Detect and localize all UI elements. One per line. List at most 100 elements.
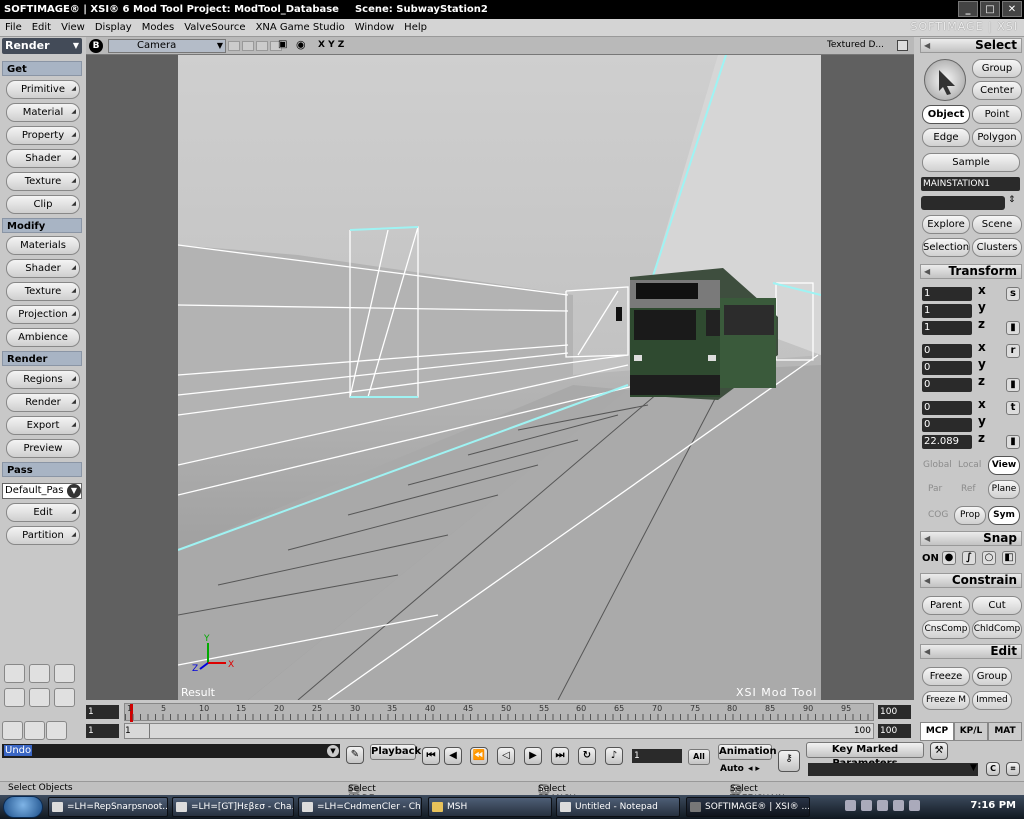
layout-a-icon[interactable]: [4, 688, 25, 707]
rotate-button[interactable]: r: [1006, 344, 1020, 358]
translate-button[interactable]: t: [1006, 401, 1020, 415]
step-back-icon[interactable]: ◁: [497, 747, 515, 765]
last-frame-icon[interactable]: ⏭: [551, 747, 569, 765]
display-mode-dropdown[interactable]: Textured D...: [827, 40, 884, 50]
view-option[interactable]: View: [988, 456, 1020, 475]
quad-layout-icon[interactable]: [54, 664, 75, 683]
constrain-header[interactable]: ◀ Constrain: [920, 573, 1022, 588]
transform-header[interactable]: ◀ Transform: [920, 264, 1022, 279]
cog-option[interactable]: COG: [928, 510, 948, 520]
menu-help[interactable]: Help: [399, 22, 432, 33]
selection-filter-field[interactable]: [921, 196, 1005, 210]
chevron-down-icon[interactable]: ▼: [970, 763, 977, 773]
clip-button[interactable]: Clip ◢: [6, 195, 80, 214]
menu-modes[interactable]: Modes: [137, 22, 179, 33]
rotate-x-field[interactable]: 0: [922, 344, 972, 358]
mode-dropdown[interactable]: Render ▼: [2, 38, 82, 54]
key-marked-parameters-button[interactable]: Key Marked Parameters: [806, 742, 924, 769]
taskbar-item[interactable]: =LH=[GT]Hεβεσ - Cha...: [172, 797, 294, 817]
view-toggle-2[interactable]: [242, 41, 254, 51]
menu-display[interactable]: Display: [90, 22, 137, 33]
scale-lock-icon[interactable]: ▮: [1006, 321, 1020, 335]
preview-button[interactable]: Preview: [6, 439, 80, 458]
freeze-m-button[interactable]: Freeze M: [922, 691, 970, 710]
property-button[interactable]: Property ◢: [6, 126, 80, 145]
translate-y-field[interactable]: 0: [922, 418, 972, 432]
center-select-button[interactable]: Center: [972, 81, 1022, 100]
command-line[interactable]: Undo ▼: [2, 744, 340, 758]
object-select-button[interactable]: Object: [922, 105, 970, 124]
select-arrow-button[interactable]: [924, 59, 966, 101]
minimize-button[interactable]: _: [958, 1, 978, 17]
snap-point-icon[interactable]: ●: [942, 551, 956, 565]
scene-explorer-icon[interactable]: [2, 721, 23, 740]
camera-dropdown[interactable]: Camera ▼: [108, 39, 226, 53]
rotate-y-field[interactable]: 0: [922, 361, 972, 375]
menu-valvesource[interactable]: ValveSource: [179, 22, 250, 33]
parent-button[interactable]: Parent: [922, 596, 970, 615]
polygon-select-button[interactable]: Polygon: [972, 128, 1022, 147]
object-name-field[interactable]: MAINSTATION1: [921, 177, 1020, 191]
maximize-viewport-icon[interactable]: [897, 40, 908, 51]
taskbar-item[interactable]: Untitled - Notepad: [556, 797, 680, 817]
snap-on-toggle[interactable]: ON: [922, 553, 939, 564]
scale-button[interactable]: s: [1006, 287, 1020, 301]
edit-group-button[interactable]: Group: [972, 667, 1012, 686]
snap-grid-icon[interactable]: ○: [982, 551, 996, 565]
menu-view[interactable]: View: [56, 22, 90, 33]
scene-button[interactable]: Scene: [972, 215, 1022, 234]
eye-icon[interactable]: ◉: [296, 38, 306, 51]
axis-buttons[interactable]: X Y Z: [318, 40, 344, 50]
chldcomp-button[interactable]: ChldComp: [972, 620, 1022, 639]
audio-icon[interactable]: ♪: [605, 747, 623, 765]
render-button[interactable]: Render ◢: [6, 393, 80, 412]
view-toggle-3[interactable]: [256, 41, 268, 51]
help-icon[interactable]: [845, 800, 856, 811]
local-option[interactable]: Local: [958, 460, 981, 470]
brush-icon[interactable]: [24, 721, 45, 740]
partition-button[interactable]: Partition ◢: [6, 526, 80, 545]
layout-b-icon[interactable]: [29, 688, 50, 707]
range-end-field[interactable]: 100: [878, 724, 911, 738]
material-button[interactable]: Material ◢: [6, 103, 80, 122]
ref-option[interactable]: Ref: [961, 484, 976, 494]
animation-button[interactable]: Animation: [718, 744, 777, 760]
menu-edit[interactable]: Edit: [27, 22, 56, 33]
scale-z-field[interactable]: 1: [922, 321, 972, 335]
palette-icon[interactable]: [46, 721, 67, 740]
taskbar-item[interactable]: MSH: [428, 797, 552, 817]
primitive-button[interactable]: Primitive ◢: [6, 80, 80, 99]
range-slider[interactable]: 1 100: [124, 723, 874, 739]
point-select-button[interactable]: Point: [972, 105, 1022, 124]
freeze-button[interactable]: Freeze: [922, 667, 970, 686]
materials-button[interactable]: Materials: [6, 236, 80, 255]
edge-select-button[interactable]: Edge: [922, 128, 970, 147]
auto-key-toggle[interactable]: Auto: [720, 764, 744, 774]
edit-header[interactable]: ◀ Edit: [920, 644, 1022, 659]
timeline-end-field[interactable]: 100: [878, 705, 911, 719]
c-button-icon[interactable]: C: [986, 762, 1000, 776]
bookmark-button[interactable]: B: [89, 39, 103, 53]
snap-header[interactable]: ◀ Snap: [920, 531, 1022, 546]
taskbar-item-active[interactable]: SOFTIMAGE® | XSI® ...: [686, 797, 810, 817]
menu-xna[interactable]: XNA Game Studio: [251, 22, 350, 33]
translate-x-field[interactable]: 0: [922, 401, 972, 415]
section-render[interactable]: Render: [2, 351, 82, 366]
tools-icon[interactable]: ⌗: [1006, 762, 1020, 776]
close-button[interactable]: ✕: [1002, 1, 1022, 17]
projection-button[interactable]: Projection ◢: [6, 305, 80, 324]
regions-button[interactable]: Regions ◢: [6, 370, 80, 389]
current-frame-field[interactable]: 1: [632, 749, 682, 763]
section-get[interactable]: Get: [2, 61, 82, 76]
view-toggle-1[interactable]: [228, 41, 240, 51]
split-layout-icon[interactable]: [29, 664, 50, 683]
timeline-ruler[interactable]: 1 5 10 15 20 25 30 35 40 45 50 55 60 65 …: [124, 703, 874, 722]
par-option[interactable]: Par: [928, 484, 942, 494]
section-modify[interactable]: Modify: [2, 218, 82, 233]
sample-select-button[interactable]: Sample: [922, 153, 1020, 172]
section-pass[interactable]: Pass: [2, 462, 82, 477]
graph-layout-icon[interactable]: [4, 664, 25, 683]
first-frame-icon[interactable]: ⏮: [422, 747, 440, 765]
pass-dropdown[interactable]: Default_Pas ▼: [2, 483, 82, 499]
group-select-button[interactable]: Group: [972, 59, 1022, 78]
